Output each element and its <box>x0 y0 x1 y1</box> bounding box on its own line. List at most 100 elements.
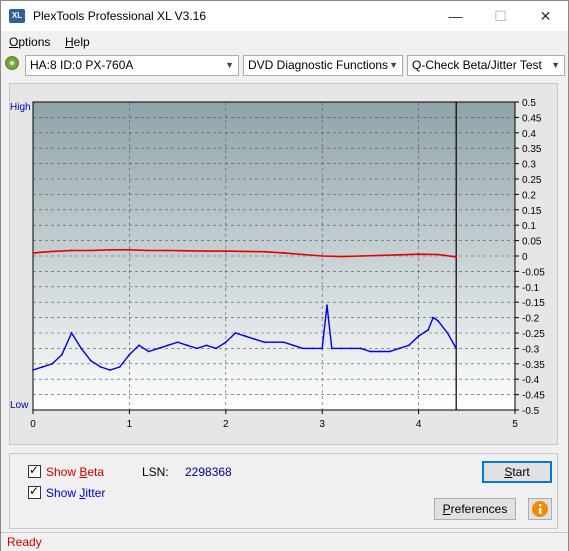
title-bar: XL PlexTools Professional XL V3.16 — ☐ ✕ <box>1 1 568 31</box>
jitter-data-point <box>167 344 169 347</box>
toolbar: HA:8 ID:0 PX-760A ▼ DVD Diagnostic Functi… <box>1 53 568 79</box>
jitter-data-point <box>51 362 54 365</box>
beta-data-point <box>263 250 266 253</box>
beta-data-point <box>147 249 150 252</box>
control-panel: Show Beta Show Jitter LSN: 2298368 Start… <box>9 453 558 529</box>
jitter-data-point <box>427 329 430 331</box>
jitter-data-point <box>436 319 439 322</box>
show-beta-checkbox[interactable] <box>28 463 41 478</box>
maximize-button[interactable]: ☐ <box>478 1 523 31</box>
jitter-data-point <box>205 344 208 347</box>
jitter-data-point <box>311 347 314 350</box>
y-tick-label: 0.45 <box>522 113 542 124</box>
beta-data-point <box>89 249 92 252</box>
jitter-data-point <box>80 347 83 350</box>
x-tick-label: 3 <box>319 419 325 430</box>
beta-data-point <box>302 253 304 256</box>
lsn-value: 2298368 <box>185 465 232 479</box>
beta-data-point <box>128 248 131 251</box>
jitter-data-point <box>340 347 343 350</box>
y-tick-label: -0.35 <box>522 360 545 371</box>
y-tick-label: 0 <box>522 252 528 263</box>
jitter-data-point <box>32 369 34 371</box>
y-tick-label: 0.5 <box>522 98 536 109</box>
jitter-data-point <box>417 335 420 337</box>
jitter-data-point <box>109 369 112 371</box>
beta-data-point <box>321 255 324 257</box>
y-tick-label: -0.5 <box>522 406 540 417</box>
jitter-data-point <box>244 335 246 337</box>
jitter-data-point <box>234 332 237 334</box>
show-beta-label[interactable]: Show Beta <box>46 465 104 479</box>
y-tick-label: -0.2 <box>522 314 540 325</box>
beta-data-point <box>359 255 362 257</box>
preferences-button[interactable]: Preferences <box>434 498 516 520</box>
y-tick-label: 0.4 <box>522 129 536 140</box>
y-tick-label: -0.05 <box>522 267 545 278</box>
jitter-data-point <box>253 338 256 341</box>
beta-data-point <box>109 248 112 251</box>
test-select[interactable]: Q-Check Beta/Jitter Test ▼ <box>407 55 565 76</box>
jitter-data-point <box>186 344 189 347</box>
jitter-data-point <box>455 347 458 350</box>
y-tick-label: -0.25 <box>522 329 545 340</box>
menu-options[interactable]: Options <box>9 35 50 49</box>
y-tick-label: -0.3 <box>522 344 540 355</box>
y-tick-label: 0.1 <box>522 221 536 232</box>
jitter-data-point <box>99 365 102 368</box>
show-jitter-label[interactable]: Show Jitter <box>46 486 105 500</box>
jitter-data-point <box>41 365 44 368</box>
y-tick-label: 0.35 <box>522 144 542 155</box>
x-tick-label: 1 <box>127 419 133 430</box>
beta-data-point <box>379 254 381 257</box>
beta-jitter-chart: 0.5 0.45 0.4 0.35 0.3 0.25 0.2 0.15 0.1 0.05 0 -0.0… <box>10 98 545 430</box>
jitter-data-point <box>89 359 92 362</box>
jitter-data-point <box>273 341 275 344</box>
beta-data-point <box>436 253 439 256</box>
jitter-data-point <box>61 353 63 356</box>
x-tick-label: 0 <box>30 419 36 430</box>
drive-select[interactable]: HA:8 ID:0 PX-760A ▼ <box>25 55 239 76</box>
jitter-data-point <box>70 332 73 334</box>
x-tick-label: 5 <box>512 419 518 430</box>
beta-data-point <box>205 250 208 252</box>
y-tick-label: 0.2 <box>522 190 536 201</box>
beta-data-point <box>32 252 34 254</box>
show-jitter-checkbox[interactable] <box>28 484 41 499</box>
jitter-data-point <box>224 341 227 344</box>
lsn-label: LSN: <box>142 465 169 479</box>
info-icon <box>532 501 548 517</box>
jitter-data-point <box>321 347 324 350</box>
jitter-data-point <box>326 304 328 307</box>
jitter-data-point <box>282 341 285 344</box>
jitter-data-point <box>379 350 381 353</box>
minimize-button[interactable]: — <box>433 1 478 31</box>
menu-help[interactable]: Help <box>65 35 90 49</box>
jitter-data-point <box>369 350 372 353</box>
start-button[interactable]: Start <box>482 461 552 483</box>
jitter-data-point <box>446 332 449 334</box>
jitter-data-point <box>330 347 333 350</box>
y-tick-label: 0.15 <box>522 206 542 217</box>
beta-data-point <box>167 249 169 252</box>
close-button[interactable]: ✕ <box>523 1 568 31</box>
disc-drive-icon <box>5 56 19 70</box>
y-tick-label: -0.45 <box>522 391 545 402</box>
beta-data-point <box>455 256 458 258</box>
beta-data-point <box>51 250 54 253</box>
beta-data-point <box>417 253 420 256</box>
beta-data-point <box>186 249 189 252</box>
jitter-data-point <box>118 365 121 368</box>
beta-data-point <box>224 250 227 252</box>
status-text: Ready <box>7 535 42 549</box>
x-tick-label: 2 <box>223 419 229 430</box>
jitter-data-point <box>138 344 140 347</box>
beta-data-point <box>70 249 73 252</box>
chevron-down-icon: ▼ <box>225 60 234 70</box>
beta-data-point <box>340 255 343 258</box>
function-select[interactable]: DVD Diagnostic Functions ▼ <box>243 55 403 76</box>
info-button[interactable] <box>528 498 552 520</box>
x-tick-label: 4 <box>416 419 422 430</box>
y-tick-label: -0.4 <box>522 375 540 386</box>
high-label: High <box>10 102 31 113</box>
